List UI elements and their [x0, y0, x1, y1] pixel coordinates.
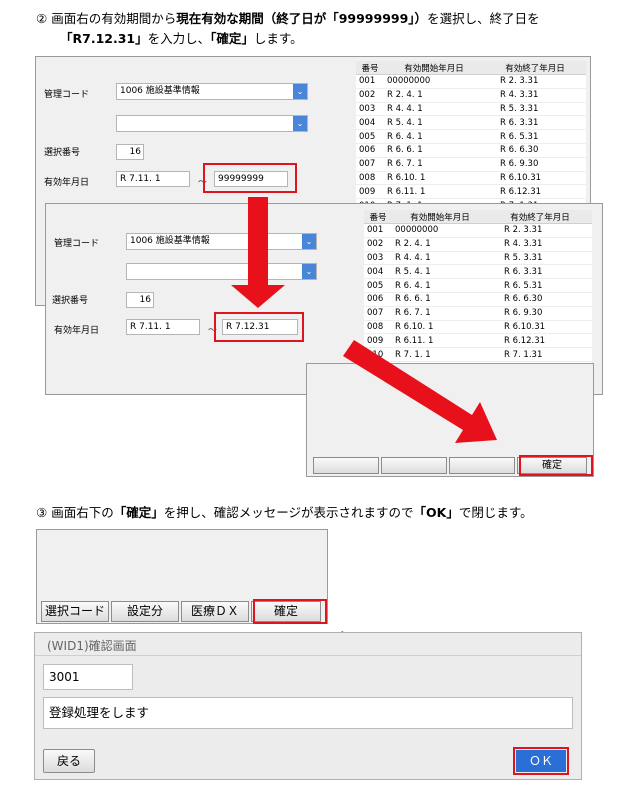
highlight-confirm: [253, 599, 327, 624]
step3-instruction: ③ 画面右下の「確定」を押し、確認メッセージが表示されますので「OK」で閉じます…: [36, 505, 533, 520]
ok-button[interactable]: ＯＫ: [516, 750, 566, 772]
bottom-button-panel: 選択コード 設定分 医療ＤＸ 確定: [36, 529, 328, 624]
title-divider: [35, 655, 581, 656]
medical-dx-button[interactable]: 医療ＤＸ: [181, 601, 249, 622]
settings-button[interactable]: 設定分: [111, 601, 179, 622]
step-number: ③: [36, 505, 48, 520]
arrow-diagonal-icon-1: [343, 340, 497, 443]
message-code-field: 3001: [43, 664, 133, 690]
message-text-field: 登録処理をします: [43, 697, 573, 729]
arrow-down-icon: [231, 197, 285, 308]
back-button[interactable]: 戻る: [43, 749, 95, 773]
confirm-dialog: (WID1)確認画面 3001 登録処理をします 戻る ＯＫ: [34, 632, 582, 780]
select-code-button[interactable]: 選択コード: [41, 601, 109, 622]
dialog-title: (WID1)確認画面: [47, 639, 137, 653]
